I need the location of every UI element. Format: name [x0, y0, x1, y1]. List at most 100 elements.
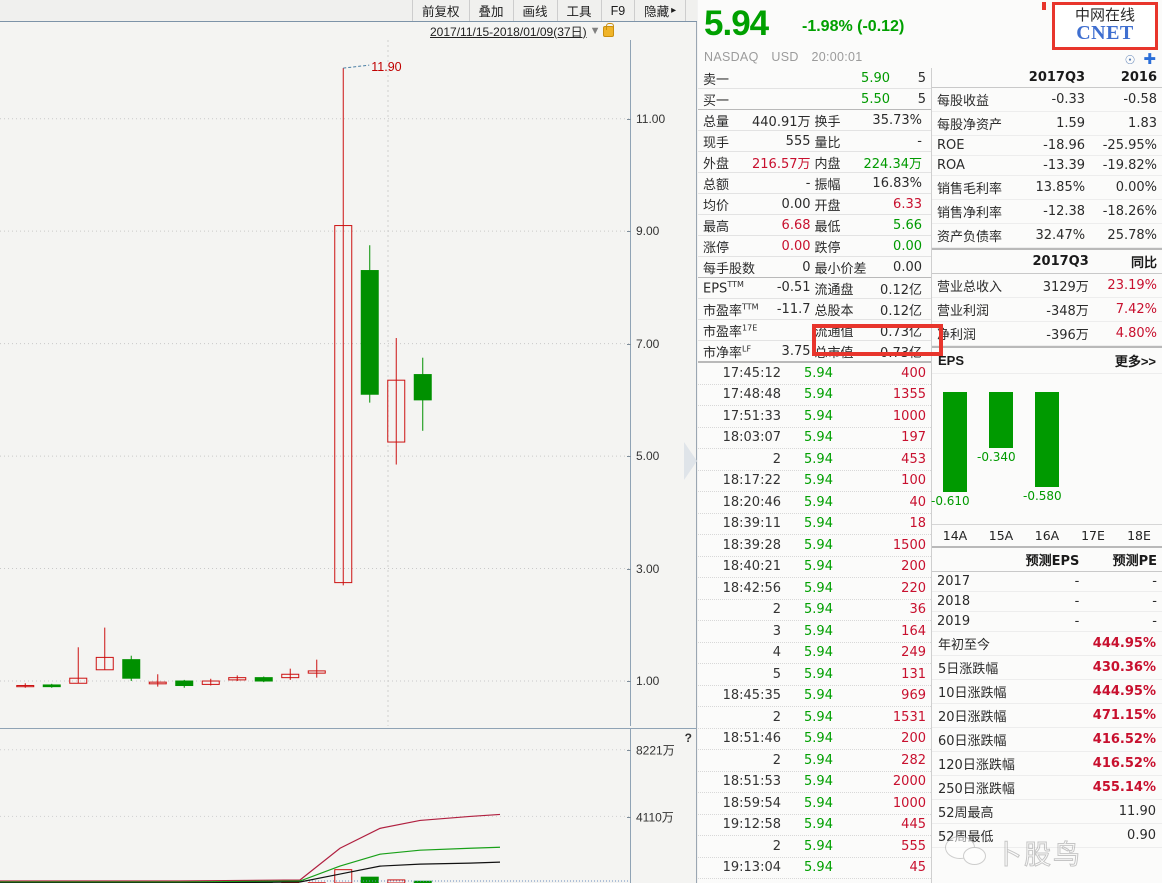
- trade-row[interactable]: 18:39:11 5.94 18: [698, 514, 931, 535]
- stat-value: 0.00: [781, 196, 811, 212]
- toolbar-button-adjust[interactable]: 前复权: [413, 0, 470, 21]
- trade-row[interactable]: 18:51:46 5.94 200: [698, 729, 931, 750]
- row-value: 13.85%: [1015, 175, 1091, 200]
- valuation-row: 市盈率17E 流通值 0.73亿: [698, 320, 931, 341]
- candlestick: [16, 683, 35, 688]
- trade-row[interactable]: 17:45:12 5.94 400: [698, 363, 931, 385]
- price-axis-label: 9.00: [636, 224, 660, 239]
- trade-row[interactable]: 18:42:56 5.94 220: [698, 578, 931, 600]
- trade-row[interactable]: 18:20:46 5.94 40: [698, 492, 931, 514]
- trade-time: 2: [772, 752, 781, 768]
- eps-axis-tick: 17E: [1081, 528, 1105, 543]
- valuation-superscript: TTM: [727, 279, 744, 289]
- trade-qty: 969: [901, 688, 926, 704]
- stat-label: 开盘: [814, 198, 841, 214]
- trade-qty: 131: [901, 666, 926, 682]
- ratio-row: 销售毛利率 13.85% 0.00%: [932, 175, 1162, 200]
- eps-more-link[interactable]: 更多>>: [1115, 351, 1156, 370]
- quote-time: 20:00:01: [811, 50, 863, 64]
- trade-price: 5.94: [804, 516, 833, 532]
- row-label: 销售毛利率: [932, 175, 1016, 200]
- price-candlestick-plot[interactable]: [0, 40, 630, 726]
- valuation-value: 0.73亿: [880, 345, 922, 361]
- alarm-bell-icon[interactable]: ☉: [1125, 53, 1136, 67]
- currency-label: USD: [771, 50, 799, 64]
- add-to-watchlist-icon[interactable]: ✚: [1143, 52, 1156, 67]
- toolbar-button-hide[interactable]: 隐藏: [635, 0, 687, 21]
- candlestick: [122, 655, 141, 682]
- trade-row[interactable]: 19:12:58 5.94 445: [698, 815, 931, 836]
- bid-row: 买一 5.50 5: [698, 89, 931, 110]
- date-range-label[interactable]: 2017/11/15-2018/01/09(37日): [430, 23, 587, 40]
- toolbar-button-tools[interactable]: 工具: [558, 0, 602, 21]
- trade-tick-list[interactable]: 17:45:12 5.94 400 17:48:48 5.94 1355 17:51:33 5…: [698, 362, 931, 879]
- column-header: 预测EPS: [993, 548, 1085, 572]
- forecast-value: -: [993, 611, 1085, 632]
- trade-row[interactable]: 2 5.94 36: [698, 600, 931, 621]
- trade-time: 2: [772, 838, 781, 854]
- row-label: 净利润: [932, 321, 1018, 346]
- trade-qty: 100: [901, 473, 926, 489]
- financial-ratios-table: 2017Q3 2016 每股收益 -0.33 -0.58 每股净资产 1.59 1.83 ROE…: [932, 68, 1162, 248]
- trade-row[interactable]: 2 5.94 555: [698, 836, 931, 858]
- valuation-value: -0.51: [776, 280, 811, 296]
- row-label: 资产负债率: [932, 223, 1016, 248]
- eps-axis-tick: 18E: [1127, 528, 1151, 543]
- toolbar-spacer: [0, 0, 413, 21]
- price-axis-label: 1.00: [636, 674, 660, 689]
- trade-row[interactable]: 2 5.94 282: [698, 750, 931, 772]
- header-icons: ☉ ✚: [1125, 52, 1156, 67]
- axis-tick: [627, 568, 631, 570]
- help-icon[interactable]: ?: [685, 731, 692, 745]
- price-change: -1.98% (-0.12): [802, 18, 905, 35]
- volume-axis-label: 8221万: [636, 743, 675, 758]
- stat-label: 换手: [814, 114, 841, 130]
- row-value: -13.39: [1015, 155, 1091, 176]
- valuation-label: 流通盘: [814, 282, 854, 298]
- toolbar-button-overlay[interactable]: 叠加: [470, 0, 514, 21]
- stat-value: 6.68: [781, 217, 811, 233]
- chart-date-range-control[interactable]: 2017/11/15-2018/01/09(37日) ▼: [430, 22, 615, 40]
- row-value: 0.00%: [1090, 175, 1162, 200]
- eps-axis-tick: 16A: [1034, 528, 1060, 543]
- trade-row[interactable]: 17:51:33 5.94 1000: [698, 406, 931, 428]
- eps-bar: [1035, 392, 1059, 488]
- trade-row[interactable]: 2 5.94 453: [698, 449, 931, 471]
- chevron-down-icon[interactable]: ▼: [590, 25, 601, 37]
- ratio-row: 销售净利率 -12.38 -18.26%: [932, 199, 1162, 224]
- valuation-value: 0.12亿: [880, 303, 922, 319]
- candlestick: [69, 647, 88, 684]
- trade-row[interactable]: 18:40:21 5.94 200: [698, 557, 931, 578]
- trade-price: 5.94: [804, 430, 833, 446]
- trade-price: 5.94: [804, 860, 833, 876]
- trade-row[interactable]: 4 5.94 249: [698, 643, 931, 664]
- trade-row[interactable]: 17:48:48 5.94 1355: [698, 385, 931, 406]
- trade-row[interactable]: 18:39:28 5.94 1500: [698, 535, 931, 557]
- lock-icon[interactable]: [603, 22, 615, 37]
- toolbar-button-f9[interactable]: F9: [602, 0, 636, 21]
- row-value: 4.80%: [1093, 321, 1162, 346]
- valuation-row: 市净率LF 3.75 总市值 0.73亿: [698, 341, 931, 362]
- toolbar-button-draw[interactable]: 画线: [514, 0, 558, 21]
- trade-price: 5.94: [804, 817, 833, 833]
- trade-row[interactable]: 18:51:53 5.94 2000: [698, 772, 931, 793]
- trade-qty: 1500: [892, 537, 926, 553]
- trade-row[interactable]: 18:03:07 5.94 197: [698, 428, 931, 449]
- income-row: 营业利润 -348万 7.42%: [932, 297, 1162, 322]
- trade-time: 18:45:35: [722, 688, 781, 704]
- valuation-label: 总股本: [814, 303, 854, 319]
- trade-row[interactable]: 18:17:22 5.94 100: [698, 471, 931, 492]
- volume-plot[interactable]: [0, 728, 630, 883]
- candlestick: [95, 627, 114, 671]
- trade-row[interactable]: 2 5.94 1531: [698, 707, 931, 729]
- trade-row[interactable]: 19:13:04 5.94 45: [698, 858, 931, 879]
- trade-row[interactable]: 5 5.94 131: [698, 664, 931, 686]
- trade-qty: 1000: [892, 795, 926, 811]
- trade-row[interactable]: 3 5.94 164: [698, 621, 931, 643]
- stat-label: 现手: [703, 135, 730, 151]
- trade-time: 19:13:04: [722, 860, 781, 876]
- trade-row[interactable]: 18:59:54 5.94 1000: [698, 793, 931, 815]
- trade-price: 5.94: [804, 838, 833, 854]
- forecast-row: 2017- -: [932, 571, 1162, 592]
- trade-row[interactable]: 18:45:35 5.94 969: [698, 686, 931, 707]
